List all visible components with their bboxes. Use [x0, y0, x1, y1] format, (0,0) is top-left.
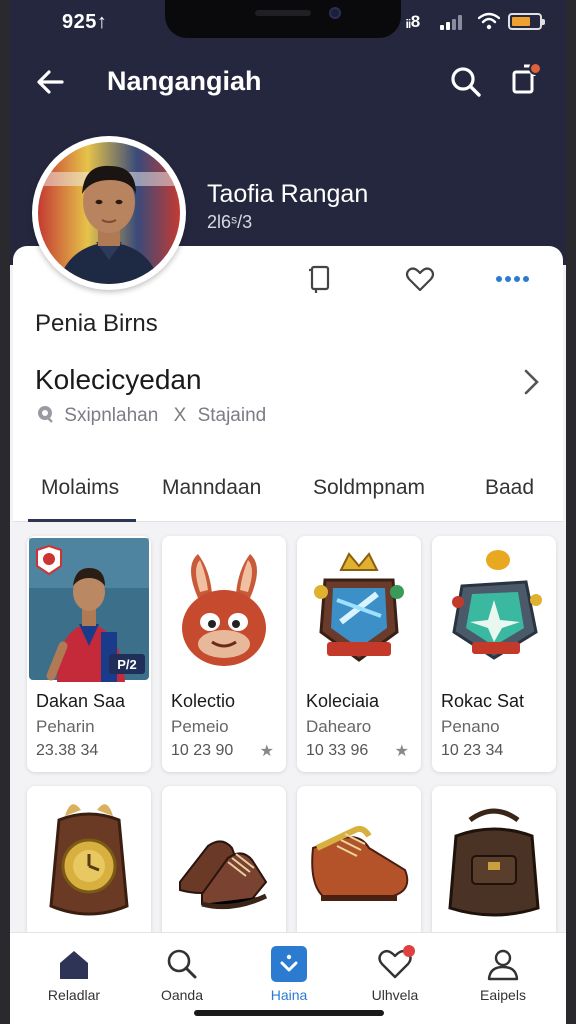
clock-backpack-image [49, 804, 129, 916]
carrier-label: ᵢᵢ8 [406, 12, 421, 31]
app-title: Nangangiah [107, 66, 262, 96]
collection-row[interactable]: Kolecicyedan [13, 354, 563, 410]
boots-image [179, 840, 268, 910]
item-name: Kolectio [171, 691, 236, 711]
phone-frame: 925↑ ᵢᵢ8 Nangangiah Taofia Rangan 2Ɩ6ˢ/3… [0, 0, 576, 1024]
star-icon: ★ [259, 743, 274, 760]
home-indicator [194, 1010, 384, 1016]
nav-favorites-label: Ulhvela [371, 987, 419, 1003]
search-icon[interactable] [446, 62, 486, 102]
profile-name: Taofia Rangan [207, 180, 369, 208]
meta-row: Sxipnlahan X Stajaind [35, 404, 266, 427]
app-bar: Nangangiah [10, 52, 566, 112]
meta-separator: X [173, 405, 187, 426]
nav-download-label: Haina [270, 987, 308, 1003]
nav-home[interactable]: Reladlar [24, 945, 124, 1015]
nav-home-label: Reladlar [47, 987, 101, 1003]
nav-search[interactable]: Oanda [132, 945, 232, 1015]
collection-title: Kolecicyedan [35, 364, 202, 395]
emblem-badge-image [314, 552, 404, 662]
item-subtitle: Pemeio [171, 717, 229, 736]
status-bar: 925↑ ᵢᵢ8 [10, 0, 566, 44]
wifi-icon [478, 12, 500, 30]
item-number: 23.38 34 [36, 742, 99, 759]
grid-card[interactable] [297, 786, 421, 956]
item-name: Rokac Sat [441, 691, 525, 711]
rabbit-mascot-image [182, 554, 266, 666]
item-number: 10 33 96 [306, 742, 369, 759]
meta-left: Sxipnlahan [64, 405, 159, 426]
pin-icon [38, 406, 53, 423]
screen: 925↑ ᵢᵢ8 Nangangiah Taofia Rangan 2Ɩ6ˢ/3… [10, 0, 566, 1024]
notification-dot [529, 62, 542, 75]
nav-favorites[interactable]: Ulhvela [345, 945, 445, 1015]
tab-molaims[interactable]: Molaims [41, 476, 119, 500]
meta-right: Stajaind [197, 405, 267, 426]
speaker [255, 10, 311, 16]
avatar-photo [38, 142, 180, 284]
heart-icon[interactable] [403, 262, 437, 296]
notification-badge [403, 945, 415, 957]
chevron-right-icon [524, 369, 539, 395]
user-icon [487, 949, 519, 981]
nav-download[interactable]: Haina [239, 945, 339, 1015]
item-number: 10 23 34 [441, 742, 504, 759]
status-time: 925↑ [62, 11, 108, 33]
tab-bar: Molaims Manndaan Soldmpnam Baad [13, 464, 563, 522]
tab-soldmpnam[interactable]: Soldmpnam [313, 476, 425, 500]
item-number: 10 23 90 [171, 742, 234, 759]
bezel-right [566, 0, 576, 1024]
shoe-image [311, 825, 409, 901]
nav-search-label: Oanda [160, 987, 204, 1003]
item-subtitle: Penano [441, 717, 500, 736]
item-name: Koleciaia [306, 691, 380, 711]
signal-icon [440, 14, 468, 30]
front-camera [329, 7, 341, 19]
more-icon[interactable] [495, 262, 529, 296]
bezel-left [0, 0, 10, 1024]
item-name: Dakan Saa [36, 691, 126, 711]
bookmark-icon[interactable] [303, 262, 337, 296]
player-card-image: P/2 [29, 538, 149, 682]
nav-profile-label: Eaipels [480, 987, 526, 1003]
gem-badge-image [452, 550, 542, 660]
collection-grid: P/2 Dakan Saa Peharin 23.38 34 Kolectio … [10, 522, 566, 956]
active-tab-indicator [28, 519, 136, 522]
battery-icon [508, 13, 545, 30]
avatar[interactable] [32, 136, 186, 290]
grid-card[interactable]: Koleciaia Dahearo 10 33 96 ★ [297, 536, 421, 772]
grid-card[interactable] [432, 786, 556, 956]
tab-baad[interactable]: Baad [485, 476, 534, 500]
home-icon [60, 951, 88, 979]
download-icon [271, 946, 307, 982]
grid-card[interactable] [27, 786, 151, 956]
grid-card[interactable]: Rokac Sat Penano 10 23 34 [432, 536, 556, 772]
card-label: Penia Birns [35, 310, 158, 337]
notch [165, 0, 401, 38]
item-subtitle: Dahearo [306, 717, 372, 736]
item-subtitle: Peharin [36, 717, 95, 736]
nav-profile[interactable]: Eaipels [453, 945, 553, 1015]
profile-subtitle: 2Ɩ6ˢ/3 [207, 212, 253, 232]
back-arrow-icon[interactable] [32, 62, 72, 102]
player-card-badge: P/2 [117, 657, 137, 672]
grid-card[interactable]: Kolectio Pemeio 10 23 90 ★ [162, 536, 286, 772]
star-icon: ★ [394, 743, 409, 760]
search-icon [167, 949, 197, 979]
grid-card[interactable]: P/2 Dakan Saa Peharin 23.38 34 [27, 536, 151, 772]
tab-manndaan[interactable]: Manndaan [162, 476, 261, 500]
bag-image [448, 808, 540, 917]
share-button[interactable] [504, 60, 544, 100]
grid-card[interactable] [162, 786, 286, 956]
